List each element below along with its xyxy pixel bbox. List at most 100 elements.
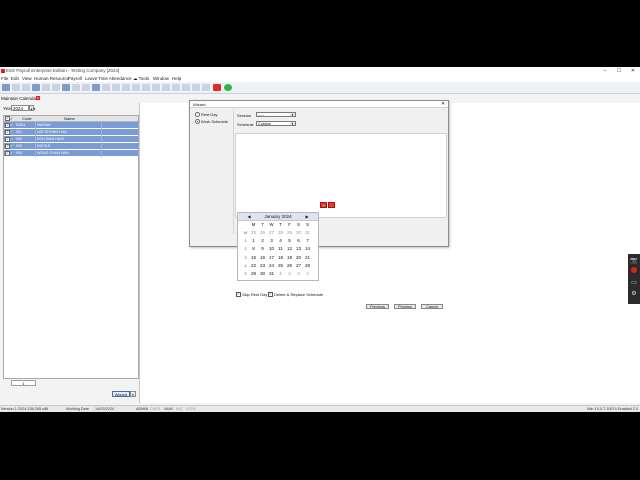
toolbar-calendar-icon[interactable]: [172, 84, 180, 91]
calendar-day[interactable]: 26: [286, 262, 293, 269]
calendar-day[interactable]: 12: [286, 245, 293, 252]
calendar-day[interactable]: 8: [250, 245, 257, 252]
calendar-day[interactable]: 6: [295, 237, 302, 244]
calendar-day[interactable]: 26: [259, 229, 266, 236]
calendar-day[interactable]: 11: [277, 245, 284, 252]
table-row[interactable]: ✓ ✓ 004 WONG CHUN HAN: [4, 150, 138, 157]
calendar-day[interactable]: 16: [259, 254, 266, 261]
calendar-day[interactable]: 15: [250, 254, 257, 261]
calendar-day[interactable]: 29: [250, 270, 257, 277]
skip-rest-day-checkbox[interactable]: ✓: [236, 292, 241, 297]
year-spinner-icon[interactable]: ▲▼: [29, 105, 36, 111]
calendar-day[interactable]: 3: [295, 270, 302, 277]
toolbar-settings-icon[interactable]: [182, 84, 190, 91]
remove-schedule-button[interactable]: -: [328, 202, 335, 208]
table-row[interactable]: ✓ ✓ DG01 MARIAH: [4, 122, 138, 129]
calendar-day[interactable]: 23: [259, 262, 266, 269]
calendar-day[interactable]: 13: [295, 245, 302, 252]
toolbar-refresh-icon[interactable]: [92, 84, 100, 91]
calendar-day[interactable]: 14: [304, 245, 311, 252]
toolbar-save-icon[interactable]: [22, 84, 30, 91]
toolbar-next-icon[interactable]: [122, 84, 130, 91]
header-name[interactable]: Name: [64, 116, 75, 121]
session-select[interactable]: ----- ▼: [256, 112, 296, 117]
youtube-icon[interactable]: [213, 84, 221, 91]
calendar-day[interactable]: 18: [277, 254, 284, 261]
table-row[interactable]: ✓ ✓ 002 KOH KIAN HUAT: [4, 136, 138, 143]
toolbar-help-icon[interactable]: [192, 84, 200, 91]
calendar-day[interactable]: 28: [277, 229, 284, 236]
toolbar-export-icon[interactable]: [152, 84, 160, 91]
calendar-day[interactable]: 2: [259, 237, 266, 244]
calendar-day[interactable]: 19: [286, 254, 293, 261]
toolbar-new-icon[interactable]: [2, 84, 10, 91]
calendar-day[interactable]: 24: [268, 262, 275, 269]
calendar-day[interactable]: 27: [268, 229, 275, 236]
calendar-day[interactable]: 21: [304, 254, 311, 261]
schedule-select[interactable]: Custom ▼: [256, 121, 296, 126]
record-position-input[interactable]: 1: [11, 380, 36, 386]
toolbar-open-icon[interactable]: [12, 84, 20, 91]
toolbar-first-icon[interactable]: [102, 84, 110, 91]
toolbar-find-icon[interactable]: [72, 84, 80, 91]
calendar-day[interactable]: 31: [268, 270, 275, 277]
header-code[interactable]: Code: [22, 116, 32, 121]
calendar-day[interactable]: 29: [286, 229, 293, 236]
toolbar-info-icon[interactable]: [202, 84, 210, 91]
calendar-day[interactable]: 4: [277, 237, 284, 244]
menu-view[interactable]: View: [22, 76, 32, 81]
calendar-day[interactable]: 28: [304, 262, 311, 269]
menu-leave[interactable]: Leave: [85, 76, 97, 81]
wizard-button[interactable]: Wizard: [112, 391, 130, 397]
wizard-dropdown-icon[interactable]: ▼: [130, 391, 136, 397]
close-window-button[interactable]: ✕: [626, 67, 640, 75]
menu-file[interactable]: File: [1, 76, 8, 81]
table-row[interactable]: ✓ ✓ 003 NICOLE: [4, 143, 138, 150]
screen-icon[interactable]: ▭: [630, 279, 638, 287]
calendar-day[interactable]: 1: [277, 270, 284, 277]
toolbar-filter-icon[interactable]: [82, 84, 90, 91]
calendar-day[interactable]: 10: [268, 245, 275, 252]
calendar-day[interactable]: 9: [259, 245, 266, 252]
toolbar-edit-icon[interactable]: [32, 84, 40, 91]
record-icon[interactable]: [631, 267, 637, 273]
toolbar-import-icon[interactable]: [142, 84, 150, 91]
calendar-day[interactable]: 4: [304, 270, 311, 277]
table-row[interactable]: ✓ ✓ 001 LEE CHONG HUA: [4, 129, 138, 136]
menu-human-resource[interactable]: Human Resource: [34, 76, 69, 81]
calendar-day[interactable]: 1: [250, 237, 257, 244]
toolbar-delete-icon[interactable]: [42, 84, 50, 91]
calendar-day[interactable]: 27: [295, 262, 302, 269]
year-input[interactable]: 2024: [11, 105, 29, 111]
camera-icon[interactable]: 📷: [630, 257, 638, 265]
calendar-day[interactable]: 2: [286, 270, 293, 277]
calendar-day[interactable]: 20: [295, 254, 302, 261]
toolbar-prev-icon[interactable]: [112, 84, 120, 91]
menu-time-attendance[interactable]: Time Attendance: [98, 76, 132, 81]
tab-close-icon[interactable]: x: [36, 96, 40, 100]
add-schedule-button[interactable]: +: [320, 202, 327, 208]
calendar-day[interactable]: 22: [250, 262, 257, 269]
toolbar-last-icon[interactable]: [132, 84, 140, 91]
calendar-day[interactable]: 25: [277, 262, 284, 269]
calendar-day[interactable]: 3: [268, 237, 275, 244]
whatsapp-icon[interactable]: [224, 84, 232, 91]
rest-day-radio[interactable]: [195, 112, 200, 117]
work-schedule-radio[interactable]: [195, 119, 200, 124]
calendar-day[interactable]: 17: [268, 254, 275, 261]
cancel-button[interactable]: Cancel: [421, 304, 443, 309]
delete-replace-checkbox[interactable]: ✓: [268, 292, 273, 297]
gear-icon[interactable]: ⚙: [630, 290, 638, 298]
calendar-day[interactable]: 5: [286, 237, 293, 244]
tab-maintain-calendar[interactable]: Maintain Calendar: [1, 96, 38, 101]
toolbar-preview-icon[interactable]: [62, 84, 70, 91]
process-button[interactable]: Process: [394, 304, 416, 309]
menu-window[interactable]: Window: [153, 76, 169, 81]
menu-payroll[interactable]: Payroll: [68, 76, 82, 81]
calendar-day[interactable]: 7: [304, 237, 311, 244]
calendar-day[interactable]: 31: [304, 229, 311, 236]
calendar-day[interactable]: 30: [295, 229, 302, 236]
minimize-button[interactable]: –: [598, 67, 612, 75]
maximize-button[interactable]: ☐: [612, 67, 626, 75]
dialog-close-button[interactable]: ✕: [441, 101, 445, 107]
